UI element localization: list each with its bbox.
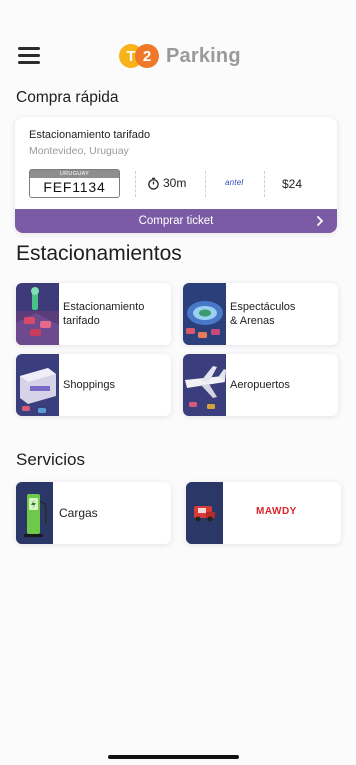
timer-icon bbox=[148, 177, 159, 190]
tile-airports[interactable]: Aeropuertos bbox=[183, 354, 338, 416]
buy-ticket-label: Comprar ticket bbox=[138, 215, 214, 227]
duration-value: 30m bbox=[163, 176, 187, 190]
paid-parking-illustration-icon bbox=[16, 283, 59, 345]
logo-text: Parking bbox=[166, 44, 241, 67]
service-charging[interactable]: Cargas bbox=[16, 482, 171, 544]
airplane-illustration-icon bbox=[183, 354, 226, 416]
tile-shows-arenas[interactable]: Espectáculos & Arenas bbox=[183, 283, 338, 345]
divider bbox=[264, 171, 265, 197]
quick-purchase-card[interactable]: Estacionamiento tarifado Montevideo, Uru… bbox=[15, 117, 337, 233]
duration: 30m bbox=[147, 176, 186, 190]
zone-city: Montevideo, Uruguay bbox=[29, 145, 129, 157]
buy-ticket-button[interactable]: Comprar ticket bbox=[15, 209, 337, 233]
divider bbox=[205, 171, 206, 197]
plate-number: FEF1134 bbox=[43, 179, 106, 195]
services-title: Servicios bbox=[16, 450, 85, 469]
quick-purchase-title: Compra rápida bbox=[16, 89, 119, 106]
arena-illustration-icon bbox=[183, 283, 226, 345]
logo-mark: T 2 bbox=[119, 42, 161, 70]
tile-label: Espectáculos & Arenas bbox=[230, 301, 296, 327]
divider bbox=[135, 171, 136, 197]
charging-station-icon bbox=[16, 482, 53, 544]
shopping-illustration-icon bbox=[16, 354, 59, 416]
tile-shoppings[interactable]: Shoppings bbox=[16, 354, 171, 416]
tile-label: Shoppings bbox=[63, 379, 115, 391]
tile-label: Aeropuertos bbox=[230, 379, 290, 391]
price: $24 bbox=[282, 177, 303, 191]
tile-paid-parking[interactable]: Estacionamiento tarifado bbox=[16, 283, 171, 345]
license-plate: URUGUAY FEF1134 bbox=[29, 169, 120, 198]
chevron-right-icon bbox=[317, 216, 323, 226]
mawdy-logo: MAWDY bbox=[256, 506, 297, 517]
tile-label: Estacionamiento tarifado bbox=[63, 301, 145, 327]
home-indicator bbox=[108, 755, 239, 759]
plate-country: URUGUAY bbox=[30, 170, 119, 178]
menu-icon[interactable] bbox=[18, 47, 40, 64]
zone-name: Estacionamiento tarifado bbox=[29, 129, 151, 141]
parkings-title: Estacionamientos bbox=[16, 242, 182, 265]
service-mawdy[interactable]: MAWDY bbox=[186, 482, 341, 544]
service-label: Cargas bbox=[59, 506, 98, 520]
app-logo: T 2 Parking bbox=[119, 41, 241, 71]
tow-truck-icon bbox=[186, 482, 223, 544]
operator-logo: antel bbox=[225, 178, 244, 187]
